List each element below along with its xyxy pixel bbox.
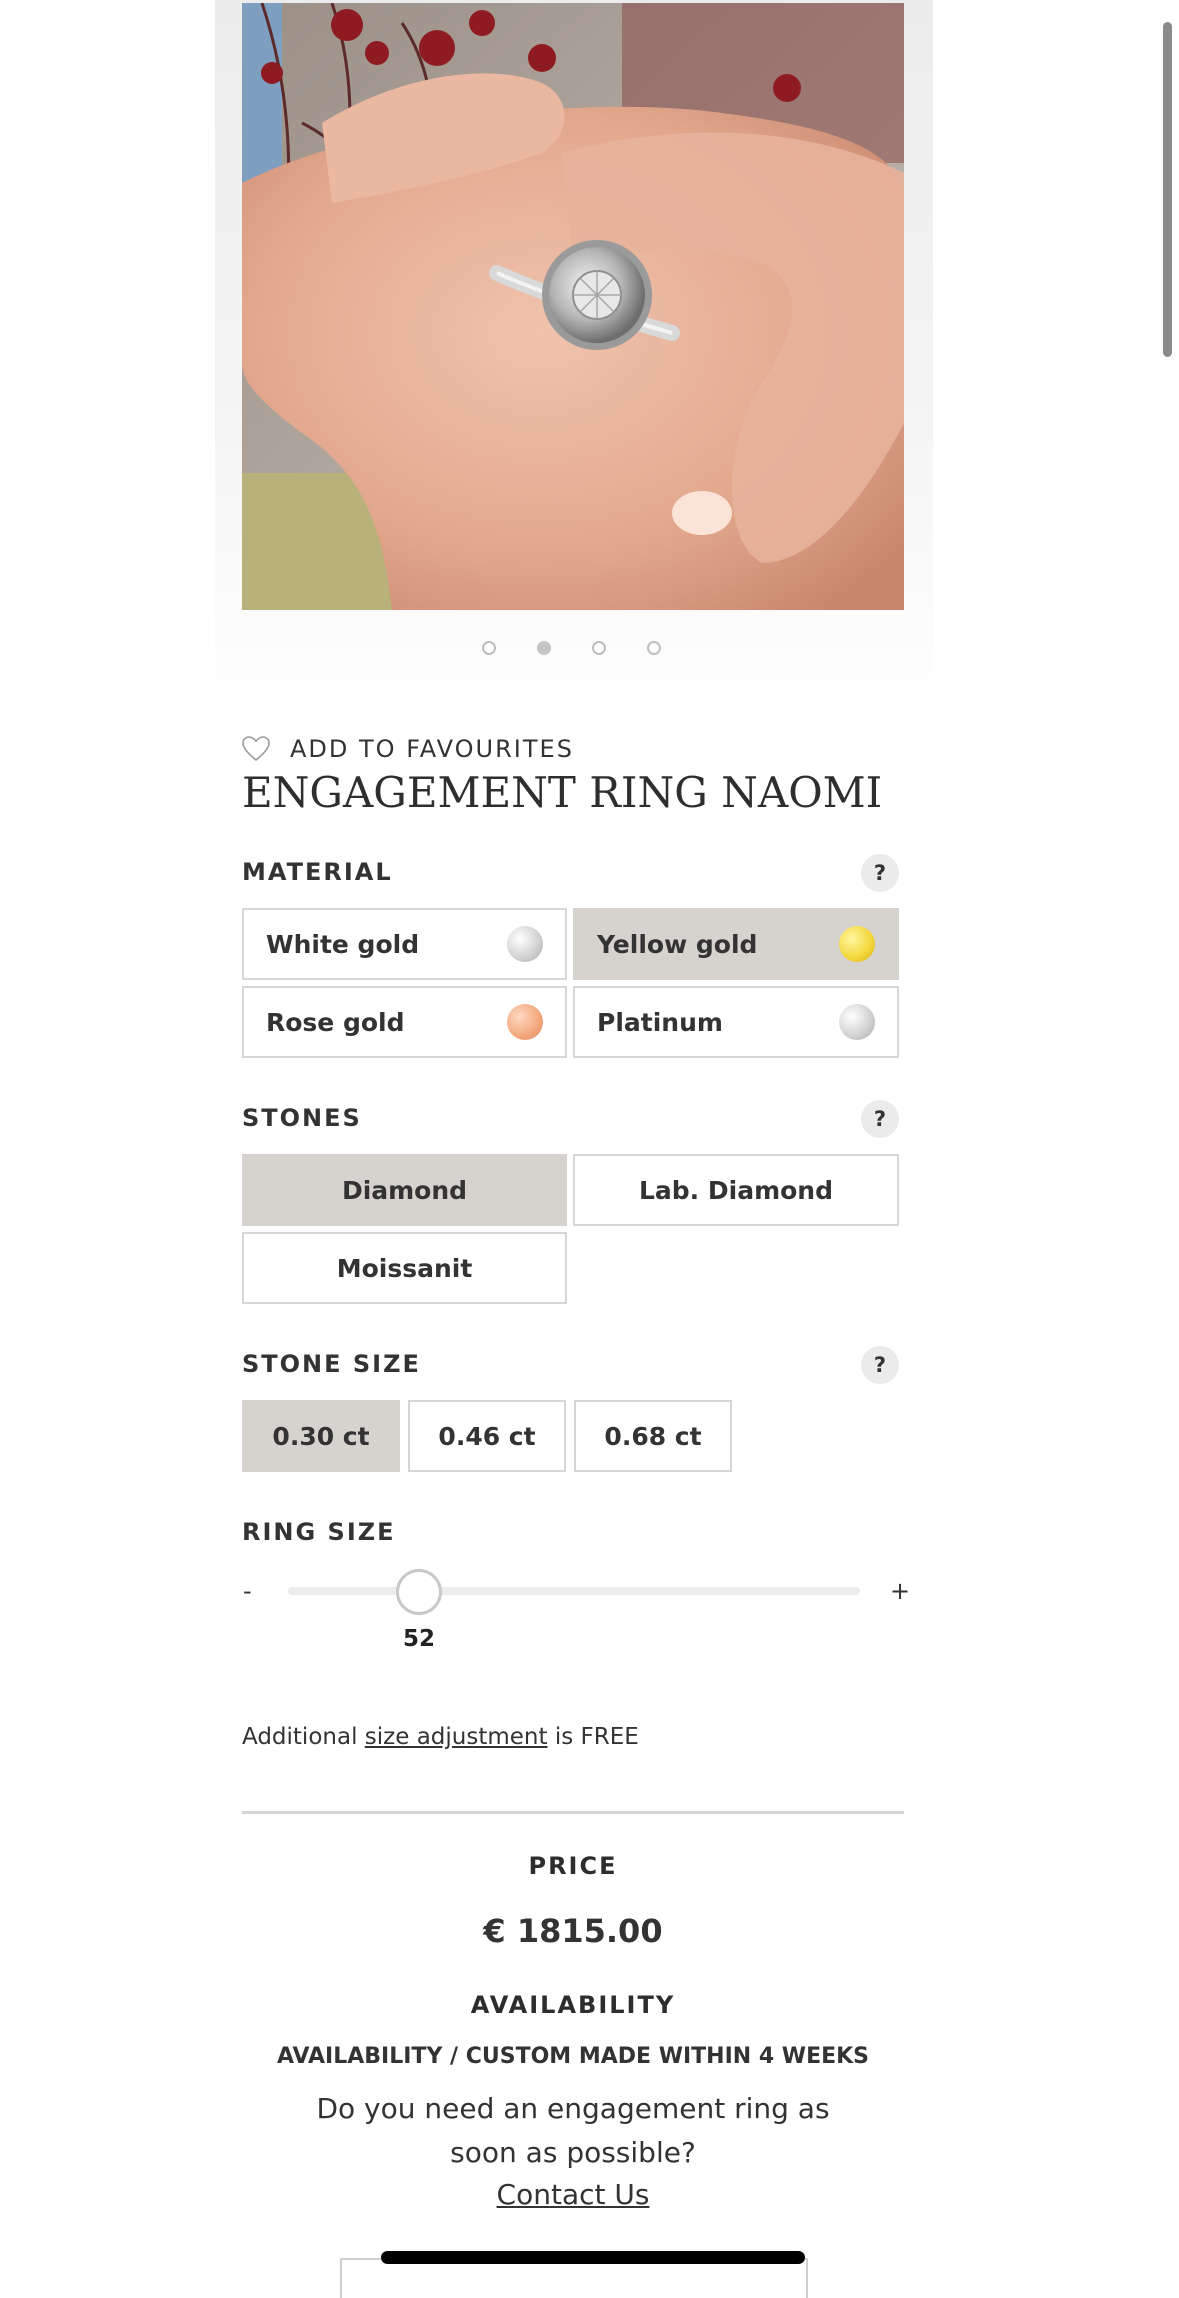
rose-gold-swatch-icon [507,1004,543,1040]
scrollbar[interactable] [1163,22,1172,357]
stone-option-label: Lab. Diamond [638,1175,833,1205]
section-divider [242,1811,904,1814]
material-option-label: Rose gold [266,1007,405,1037]
stone-option-moissanit[interactable]: Moissanit [242,1232,567,1304]
stone-size-help-button[interactable]: ? [861,1346,899,1384]
size-adjustment-note: Additional size adjustment is FREE [242,1724,639,1750]
carousel-dot-2[interactable] [537,641,551,655]
price-label: PRICE [528,1852,618,1880]
stones-help-button[interactable]: ? [861,1100,899,1138]
ring-size-increase-button[interactable]: + [890,1577,910,1605]
stone-option-label: Moissanit [336,1253,473,1283]
add-to-favourites-button[interactable]: ADD TO FAVOURITES [242,734,574,764]
price-value: € 1815.00 [483,1912,663,1950]
add-to-cart-button[interactable] [340,2258,808,2298]
stone-option-label: Diamond [341,1175,468,1205]
carousel-dots [0,641,1179,661]
white-gold-swatch-icon [507,926,543,962]
stone-size-option-label: 0.68 ct [604,1421,702,1451]
material-option-label: Yellow gold [597,929,758,959]
yellow-gold-swatch-icon [839,926,875,962]
stone-size-option-label: 0.30 ct [272,1421,370,1451]
ring-on-hand-image [242,3,904,610]
ring-size-slider-handle[interactable] [396,1569,442,1615]
material-label: MATERIAL [242,858,393,886]
stone-option-diamond[interactable]: Diamond [242,1154,567,1226]
home-indicator[interactable] [381,2251,805,2264]
stone-size-option-068[interactable]: 0.68 ct [574,1400,732,1472]
material-help-button[interactable]: ? [861,854,899,892]
product-title: ENGAGEMENT RING NAOMI [242,768,883,817]
stone-size-option-046[interactable]: 0.46 ct [408,1400,566,1472]
material-option-label: White gold [266,929,420,959]
product-image[interactable] [242,3,904,610]
stone-option-lab-diamond[interactable]: Lab. Diamond [573,1154,899,1226]
contact-us-link[interactable]: Contact Us [242,2178,904,2211]
carousel-dot-1[interactable] [482,641,496,655]
material-option-white-gold[interactable]: White gold [242,908,567,980]
ring-size-slider-track[interactable] [288,1587,860,1595]
stone-size-label: STONE SIZE [242,1350,421,1378]
ring-size-decrease-button[interactable]: - [243,1577,252,1605]
availability-question: Do you need an engagement ring as soon a… [316,2092,830,2169]
stone-size-option-label: 0.46 ct [438,1421,536,1451]
size-adjustment-link[interactable]: size adjustment [365,1724,548,1750]
ring-size-label: RING SIZE [242,1518,396,1546]
carousel-dot-3[interactable] [592,641,606,655]
stone-size-option-030[interactable]: 0.30 ct [242,1400,400,1472]
note-prefix: Additional [242,1724,358,1750]
material-option-platinum[interactable]: Platinum [573,986,899,1058]
material-option-rose-gold[interactable]: Rose gold [242,986,567,1058]
platinum-swatch-icon [839,1004,875,1040]
ring-size-value: 52 [402,1626,435,1652]
carousel-dot-4[interactable] [647,641,661,655]
availability-text: AVAILABILITY / CUSTOM MADE WITHIN 4 WEEK… [276,2044,870,2069]
favourites-label: ADD TO FAVOURITES [290,735,574,763]
availability-label: AVAILABILITY [470,1991,676,2019]
stones-label: STONES [242,1104,362,1132]
material-option-yellow-gold[interactable]: Yellow gold [573,908,899,980]
material-option-label: Platinum [597,1007,723,1037]
heart-icon [242,736,270,762]
note-suffix: is FREE [554,1724,639,1750]
